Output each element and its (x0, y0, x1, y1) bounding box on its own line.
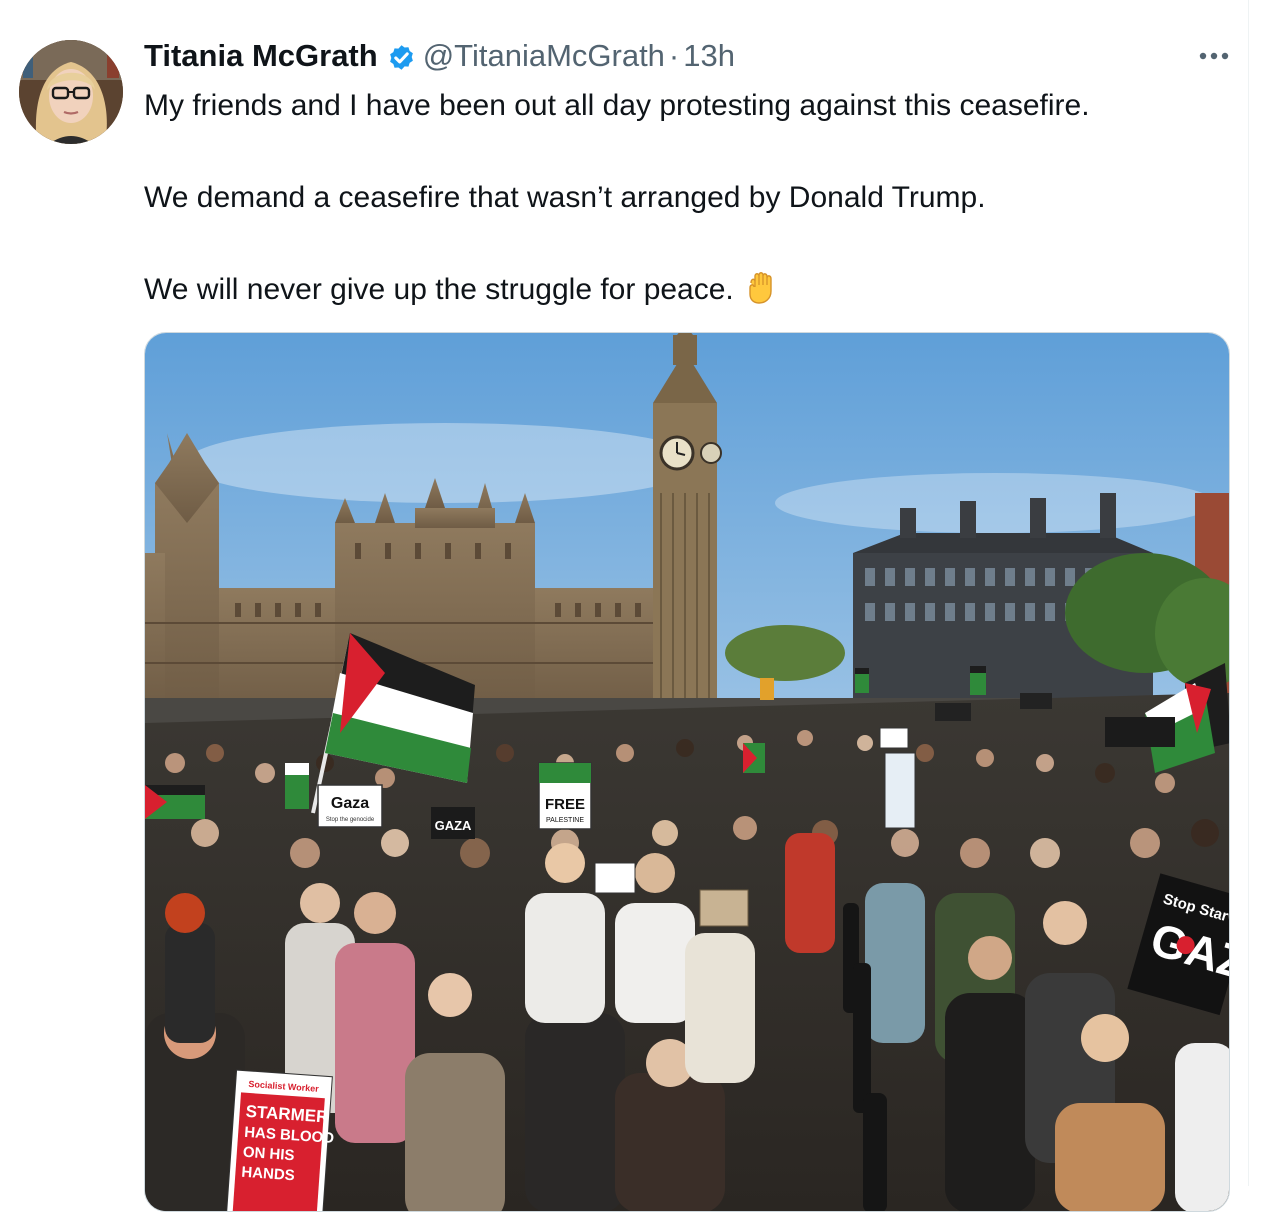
timestamp[interactable]: 13h (683, 34, 735, 78)
sign-gaza-small-text: GAZA (435, 818, 472, 833)
more-horizontal-icon[interactable] (1196, 40, 1232, 72)
sign-on-his: ON HIS (242, 1144, 295, 1165)
tweet-paragraph-1: My friends and I have been out all day p… (144, 89, 1090, 122)
separator-dot: · (668, 38, 680, 73)
sign-gaza-stop-sub: Stop the genocide (326, 817, 375, 823)
sign-gaza-stop-text: Gaza (331, 795, 369, 812)
tweet-paragraph-3: We will never give up the struggle for p… (144, 268, 1234, 312)
tweet-header: Titania McGrath @TitaniaMcGrath · 13h (144, 34, 735, 78)
sign-free-text: FREE (545, 796, 585, 813)
profile-photo (19, 40, 123, 144)
author-handle[interactable]: @TitaniaMcGrath (423, 34, 665, 78)
tweet[interactable]: Titania McGrath @TitaniaMcGrath · 13h My… (0, 0, 1248, 1212)
avatar[interactable] (19, 40, 123, 144)
column-divider (1248, 0, 1249, 1186)
display-name[interactable]: Titania McGrath (144, 34, 378, 78)
tweet-paragraph-2: We demand a ceasefire that wasn’t arrang… (144, 181, 986, 214)
sign-palestine-text: PALESTINE (546, 817, 584, 824)
tweet-text: My friends and I have been out all day p… (144, 84, 1234, 312)
protest-photo: Gaza Stop the genocide GAZA FREE PALESTI… (145, 333, 1229, 1211)
tweet-paragraph-3-text: We will never give up the struggle for p… (144, 273, 734, 306)
raised-fist-emoji-icon (742, 269, 778, 305)
verified-badge-icon (386, 41, 417, 72)
tweet-media-photo[interactable]: Gaza Stop the genocide GAZA FREE PALESTI… (144, 332, 1230, 1212)
